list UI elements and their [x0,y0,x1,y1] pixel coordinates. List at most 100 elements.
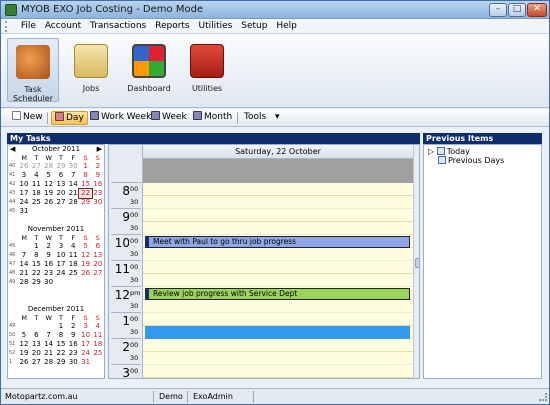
close-button[interactable]: ✕ [527,3,547,17]
calendar-day[interactable]: 3 [18,171,30,180]
calendar-day[interactable]: 16 [42,260,54,269]
calendar-day[interactable]: 17 [18,189,30,198]
time-slot[interactable] [143,248,413,261]
calendar-day[interactable]: 3 [55,242,67,251]
previous-month-arrow-icon[interactable]: ◀ [10,145,15,154]
calendar-day[interactable]: 17 [55,260,67,269]
calendar-day[interactable]: 8 [79,171,91,180]
calendar-day[interactable]: 2 [42,242,54,251]
menu-reports[interactable]: Reports [152,19,193,33]
time-slot[interactable] [143,196,413,209]
schedule-scrollbar[interactable] [413,145,419,378]
calendar-day[interactable]: 17 [79,340,91,349]
calendar-day[interactable]: 4 [30,171,42,180]
time-slot[interactable] [143,274,413,287]
calendar-day[interactable]: 6 [30,331,42,340]
calendar-day[interactable]: 18 [67,260,79,269]
calendar-day[interactable]: 1 [55,322,67,331]
menu-file[interactable]: File [18,19,39,33]
appointment[interactable]: Meet with Paul to go thru job progress [145,236,410,248]
calendar-day[interactable]: 24 [79,349,91,358]
calendar-day[interactable]: 12 [42,180,54,189]
calendar-day[interactable]: 26 [42,198,54,207]
calendar-day[interactable]: 28 [18,278,30,287]
task-scheduler-button[interactable]: Task Scheduler [7,38,59,103]
all-day-area[interactable] [143,159,413,183]
time-slot[interactable] [143,365,413,378]
calendar-day[interactable]: 26 [79,269,91,278]
scrollbar-thumb[interactable] [415,258,419,268]
calendar-day[interactable]: 18 [30,189,42,198]
calendar-day[interactable]: 13 [92,251,104,260]
calendar-day[interactable]: 10 [79,331,91,340]
time-slot[interactable] [143,313,413,326]
calendar-day[interactable]: 14 [42,340,54,349]
jobs-button[interactable]: Jobs [65,38,117,102]
calendar-day[interactable]: 4 [92,322,104,331]
day-button[interactable]: Day [51,111,88,125]
calendar-day[interactable]: 19 [79,260,91,269]
calendar-day[interactable]: 29 [30,278,42,287]
time-slot[interactable] [143,261,413,274]
time-slot[interactable] [143,378,413,379]
calendar-day[interactable]: 28 [42,162,54,171]
calendar-day[interactable]: 14 [18,260,30,269]
calendar-day[interactable]: 12 [79,251,91,260]
calendar-day[interactable]: 16 [92,180,104,189]
calendar-day[interactable]: 18 [92,340,104,349]
month-button[interactable]: Month [190,111,235,125]
calendar-day[interactable]: 30 [67,358,79,367]
expand-icon[interactable]: ▷ [428,147,434,156]
calendar-day[interactable]: 5 [18,331,30,340]
calendar-day[interactable]: 21 [42,349,54,358]
calendar-day[interactable]: 2 [92,162,104,171]
selected-time-slot[interactable] [145,326,410,339]
calendar-day[interactable]: 7 [67,171,79,180]
menu-account[interactable]: Account [42,19,84,33]
work-week-button[interactable]: Work Week [87,111,154,125]
calendar-day[interactable]: 20 [55,189,67,198]
next-month-arrow-icon[interactable]: ▶ [97,145,102,154]
time-slot[interactable] [143,222,413,235]
calendar-day[interactable]: 9 [67,331,79,340]
calendar-day[interactable]: 13 [30,340,42,349]
calendar-day[interactable]: 20 [30,349,42,358]
calendar-day[interactable]: 9 [92,171,104,180]
calendar-day[interactable]: 20 [92,260,104,269]
calendar-day[interactable]: 23 [67,349,79,358]
calendar-day[interactable]: 31 [79,358,91,367]
time-slot[interactable] [143,183,413,196]
calendar-day[interactable]: 7 [18,251,30,260]
calendar-day[interactable]: 25 [67,269,79,278]
tools-dropdown[interactable]: Tools ▾ [241,111,283,125]
calendar-day[interactable]: 27 [30,358,42,367]
calendar-day[interactable]: 27 [30,162,42,171]
calendar-day[interactable]: 22 [55,349,67,358]
calendar-day[interactable]: 2 [67,322,79,331]
calendar-day[interactable]: 24 [55,269,67,278]
calendar-day[interactable]: 11 [92,331,104,340]
calendar-day[interactable]: 29 [55,162,67,171]
menu-help[interactable]: Help [273,19,300,33]
resize-grip[interactable] [539,393,547,401]
calendar-day[interactable]: 11 [30,180,42,189]
calendar-day[interactable]: 31 [18,207,30,216]
menu-utilities[interactable]: Utilities [196,19,236,33]
calendar-day[interactable]: 21 [67,189,79,198]
day-header[interactable]: Saturday, 22 October [143,145,413,159]
calendar-day[interactable]: 15 [55,340,67,349]
appointment[interactable]: Review job progress with Service Dept [145,288,410,300]
maximize-button[interactable]: □ [508,3,526,17]
menu-setup[interactable]: Setup [238,19,270,33]
time-slot[interactable] [143,209,413,222]
time-slot[interactable] [143,352,413,365]
calendar-day[interactable]: 1 [30,242,42,251]
calendar-day[interactable]: 5 [42,171,54,180]
calendar-day[interactable]: 27 [92,269,104,278]
calendar-day[interactable]: 30 [67,162,79,171]
calendar-day[interactable]: 22 [30,269,42,278]
calendar-day[interactable]: 27 [55,198,67,207]
calendar-day[interactable]: 15 [30,260,42,269]
calendar-day[interactable]: 15 [79,180,91,189]
calendar-day[interactable]: 13 [55,180,67,189]
